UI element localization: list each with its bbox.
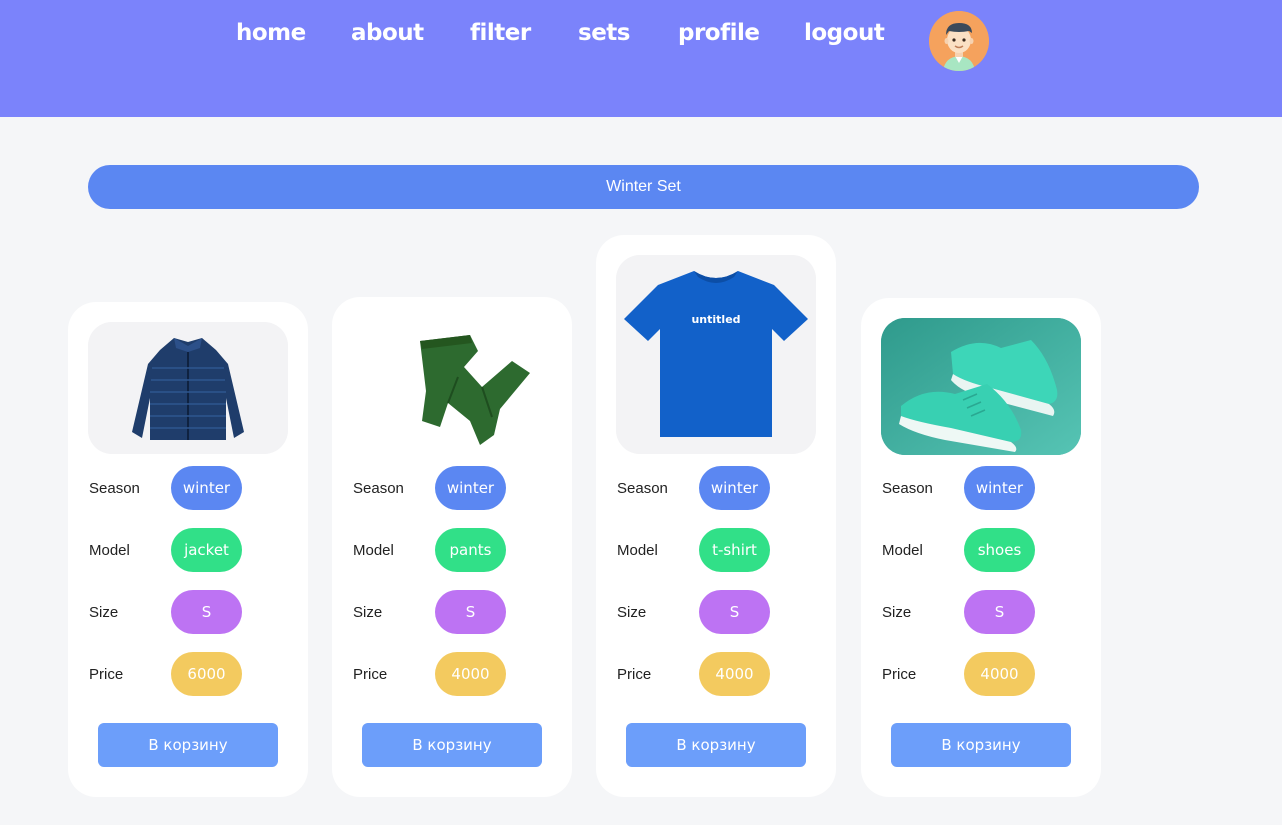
tshirt-image: untitled — [616, 255, 816, 454]
add-to-cart-button[interactable]: В корзину — [891, 723, 1071, 767]
label-size: Size — [882, 604, 912, 621]
add-to-cart-button[interactable]: В корзину — [626, 723, 806, 767]
size-badge: S — [435, 590, 506, 634]
product-image-tshirt: untitled — [616, 255, 816, 454]
label-price: Price — [617, 666, 652, 683]
model-badge: shoes — [964, 528, 1035, 572]
user-avatar[interactable] — [929, 11, 989, 71]
label-price: Price — [353, 666, 388, 683]
product-image-shoes — [881, 318, 1081, 455]
price-badge: 4000 — [964, 652, 1035, 696]
nav-link-sets[interactable]: sets — [578, 20, 630, 46]
add-to-cart-button[interactable]: В корзину — [362, 723, 542, 767]
add-to-cart-button[interactable]: В корзину — [98, 723, 278, 767]
model-badge: pants — [435, 528, 506, 572]
label-size: Size — [617, 604, 647, 621]
product-image-jacket — [88, 322, 288, 454]
price-badge: 4000 — [435, 652, 506, 696]
label-season: Season — [89, 480, 140, 497]
jacket-image — [88, 322, 288, 454]
size-badge: S — [964, 590, 1035, 634]
size-badge: S — [699, 590, 770, 634]
label-model: Model — [617, 542, 658, 559]
product-card-tshirt: untitled Season winter Model t-shirt Siz… — [596, 235, 836, 797]
shoes-image — [881, 318, 1081, 455]
label-price: Price — [89, 666, 124, 683]
season-badge: winter — [964, 466, 1035, 510]
nav-link-profile[interactable]: profile — [678, 20, 760, 46]
label-model: Model — [882, 542, 923, 559]
price-badge: 4000 — [699, 652, 770, 696]
avatar-icon — [929, 11, 989, 71]
product-card-shoes: Season winter Model shoes Size S Price 4… — [861, 298, 1101, 797]
label-size: Size — [89, 604, 119, 621]
size-badge: S — [171, 590, 242, 634]
product-card-jacket: Season winter Model jacket Size S Price … — [68, 302, 308, 797]
nav-link-filter[interactable]: filter — [470, 20, 531, 46]
model-badge: t-shirt — [699, 528, 770, 572]
tshirt-print-text: untitled — [691, 313, 740, 326]
product-card-pants: Season winter Model pants Size S Price 4… — [332, 297, 572, 797]
pants-image — [352, 317, 552, 454]
set-title: Winter Set — [606, 178, 681, 195]
nav-link-logout[interactable]: logout — [804, 20, 885, 46]
model-badge: jacket — [171, 528, 242, 572]
season-badge: winter — [171, 466, 242, 510]
label-model: Model — [353, 542, 394, 559]
label-model: Model — [89, 542, 130, 559]
season-badge: winter — [435, 466, 506, 510]
label-season: Season — [617, 480, 668, 497]
season-badge: winter — [699, 466, 770, 510]
set-title-bar: Winter Set — [88, 165, 1199, 209]
label-size: Size — [353, 604, 383, 621]
price-badge: 6000 — [171, 652, 242, 696]
product-image-pants — [352, 317, 552, 454]
nav-link-about[interactable]: about — [351, 20, 424, 46]
label-season: Season — [882, 480, 933, 497]
label-price: Price — [882, 666, 917, 683]
label-season: Season — [353, 480, 404, 497]
nav-link-home[interactable]: home — [236, 20, 306, 46]
top-nav-bar: home about filter sets profile logout — [0, 0, 1282, 117]
